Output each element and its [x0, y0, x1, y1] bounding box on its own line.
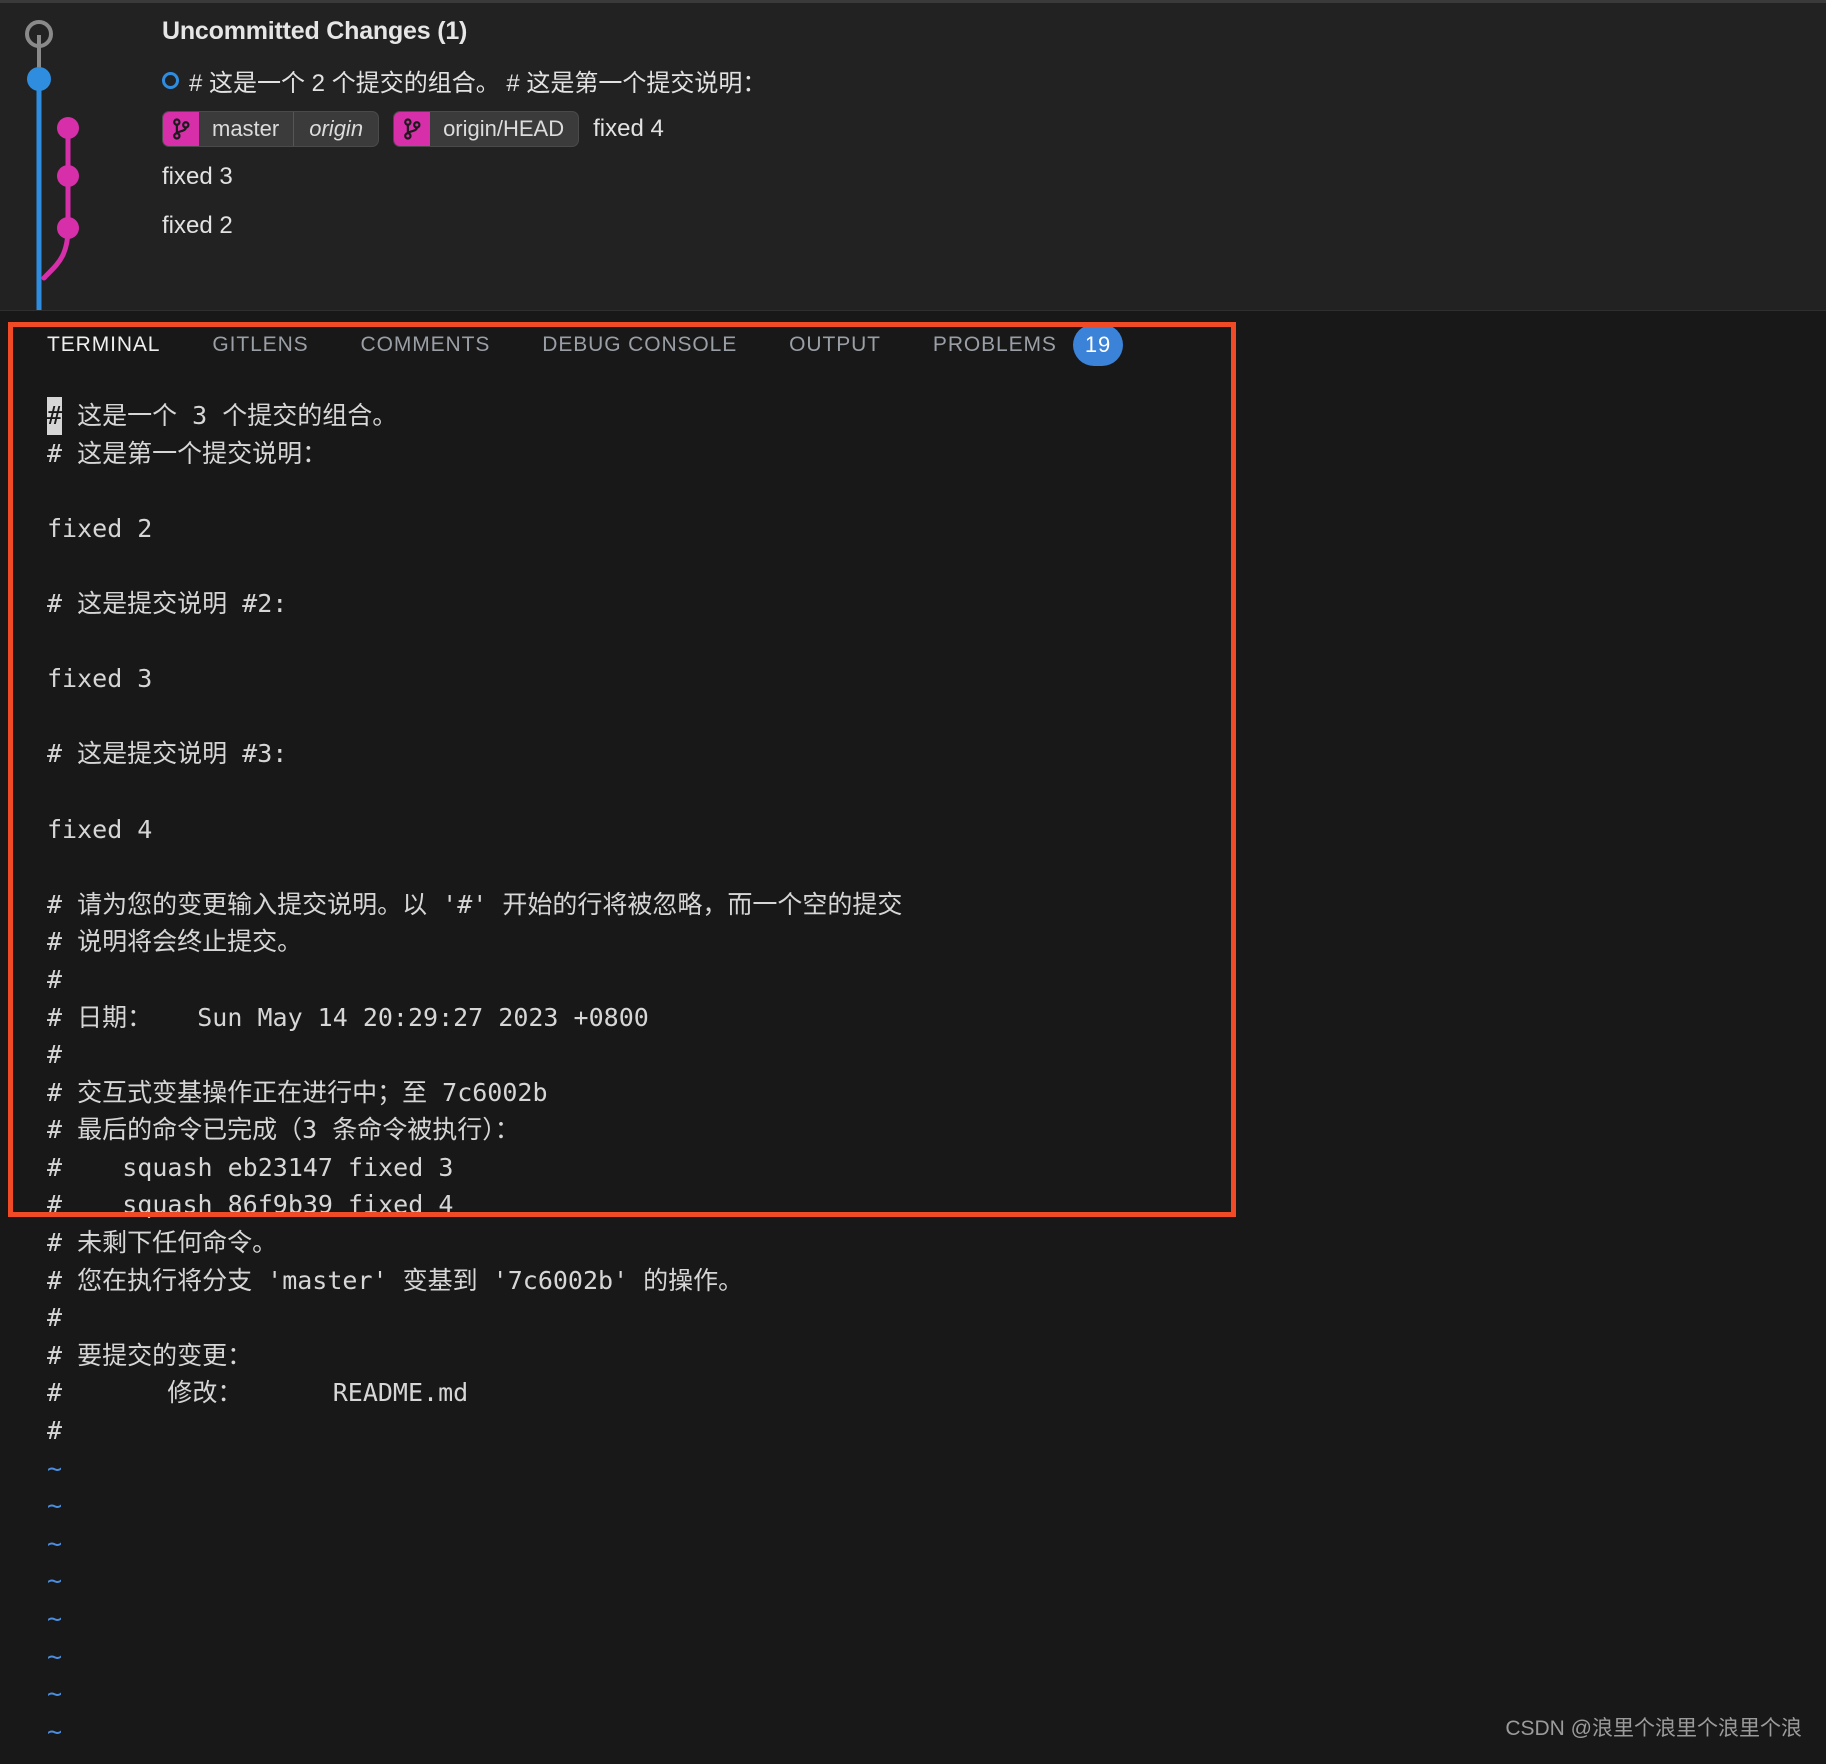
- terminal-line: ~: [47, 1600, 1826, 1638]
- terminal-line: # 请为您的变更输入提交说明。以 '#' 开始的行将被忽略，而一个空的提交: [47, 889, 903, 919]
- terminal-line: # 这是提交说明 #3:: [47, 739, 288, 769]
- terminal-line: # 最后的命令已完成（3 条命令被执行）：: [47, 1115, 520, 1145]
- terminal-line: # 日期： Sun May 14 20:29:27 2023 +0800: [47, 1002, 649, 1032]
- panel-tab-bar: TERMINAL GITLENS COMMENTS DEBUG CONSOLE …: [0, 311, 1124, 379]
- terminal-line: fixed 4: [47, 814, 153, 844]
- branch-pill-master[interactable]: master origin: [162, 111, 380, 147]
- vim-empty-line-marker: ~: [47, 1453, 63, 1483]
- vim-empty-line-marker: ~: [47, 1528, 63, 1558]
- vim-empty-line-marker: ~: [47, 1716, 63, 1746]
- terminal-line: #: [47, 1303, 63, 1333]
- terminal-line: ~: [47, 1487, 1826, 1525]
- bottom-panel: TERMINAL GITLENS COMMENTS DEBUG CONSOLE …: [0, 310, 1826, 1764]
- terminal-line: ~: [47, 1638, 1826, 1676]
- terminal-line: # 这是一个 3 个提交的组合。: [47, 397, 1826, 435]
- vim-empty-line-marker: ~: [47, 1604, 63, 1633]
- terminal-line: ~: [47, 1525, 1826, 1563]
- branch-pill-origin-head[interactable]: origin/HEAD: [393, 111, 580, 147]
- tab-problems-label: PROBLEMS: [932, 333, 1057, 356]
- terminal-line: # 这是提交说明 #2:: [47, 588, 288, 618]
- vim-empty-line-marker: ~: [47, 1566, 63, 1596]
- watermark-label: CSDN @浪里个浪里个浪里个浪: [1505, 1717, 1802, 1740]
- uncommitted-message: # 这是一个 2 个提交的组合。 # 这是第一个提交说明：: [189, 70, 767, 97]
- terminal-line: # 您在执行将分支 'master' 变基到 '7c6002b' 的操作。: [47, 1265, 744, 1295]
- page-title: Uncommitted Changes (1): [162, 17, 468, 45]
- terminal-line: ~: [47, 1750, 1826, 1764]
- vim-empty-line-marker: ~: [47, 1679, 63, 1709]
- terminal-line: fixed 2: [47, 513, 153, 543]
- vim-empty-line-marker: ~: [47, 1754, 62, 1764]
- head-commit-message: fixed 4: [593, 115, 664, 142]
- terminal-line: #: [47, 1040, 63, 1070]
- problems-count-badge: 19: [1072, 324, 1124, 366]
- terminal-line: # 未剩下任何命令。: [47, 1228, 278, 1258]
- terminal-line: # squash eb23147 fixed 3: [47, 1152, 454, 1182]
- terminal-line: ~: [47, 1675, 1826, 1713]
- commit-graph-lines: [25, 20, 79, 310]
- terminal-output[interactable]: # 这是一个 3 个提交的组合。 # 这是第一个提交说明： fixed 2 # 这是提…: [0, 379, 1826, 1764]
- branch-name-label: master: [212, 116, 280, 141]
- commit-row-message[interactable]: fixed 3: [162, 163, 233, 191]
- tab-comments[interactable]: COMMENTS: [361, 333, 491, 357]
- terminal-line: ~: [47, 1450, 1826, 1488]
- tab-problems[interactable]: PROBLEMS 19: [932, 324, 1124, 366]
- tab-output[interactable]: OUTPUT: [789, 333, 881, 357]
- terminal-line: # 这是第一个提交说明：: [47, 438, 328, 468]
- terminal-line: fixed 3: [47, 664, 153, 694]
- vim-empty-line-marker: ~: [47, 1491, 63, 1521]
- head-commit-row[interactable]: master origin origin/HEAD fixed 4: [162, 111, 664, 147]
- terminal-line: # 要提交的变更：: [47, 1340, 253, 1370]
- terminal-line: #: [47, 964, 63, 994]
- terminal-line: #: [47, 1416, 63, 1446]
- branch-remote-label: origin: [293, 112, 378, 146]
- tab-gitlens[interactable]: GITLENS: [212, 333, 308, 357]
- tab-terminal[interactable]: TERMINAL: [47, 333, 160, 357]
- uncommitted-node-icon: [162, 72, 179, 89]
- uncommitted-changes-row[interactable]: # 这是一个 2 个提交的组合。 # 这是第一个提交说明：: [162, 63, 766, 98]
- commit-graph-panel: Uncommitted Changes (1) # 这是一个 2 个提交的组合。…: [0, 0, 1826, 310]
- terminal-line: # 交互式变基操作正在进行中；至 7c6002b: [47, 1077, 548, 1107]
- terminal-line: # 修改： README.md: [47, 1378, 469, 1408]
- vim-empty-line-marker: ~: [47, 1641, 63, 1671]
- branch-name-label: origin/HEAD: [443, 116, 565, 141]
- git-branch-icon: [394, 112, 431, 146]
- terminal-line: # squash 86f9b39 fixed 4: [47, 1190, 454, 1220]
- commit-row-message[interactable]: fixed 2: [162, 212, 233, 240]
- terminal-line: # 说明将会终止提交。: [47, 927, 303, 957]
- terminal-cursor: #: [47, 397, 63, 435]
- terminal-line: ~: [47, 1562, 1826, 1600]
- git-branch-icon: [163, 112, 199, 146]
- tab-debug-console[interactable]: DEBUG CONSOLE: [542, 333, 737, 357]
